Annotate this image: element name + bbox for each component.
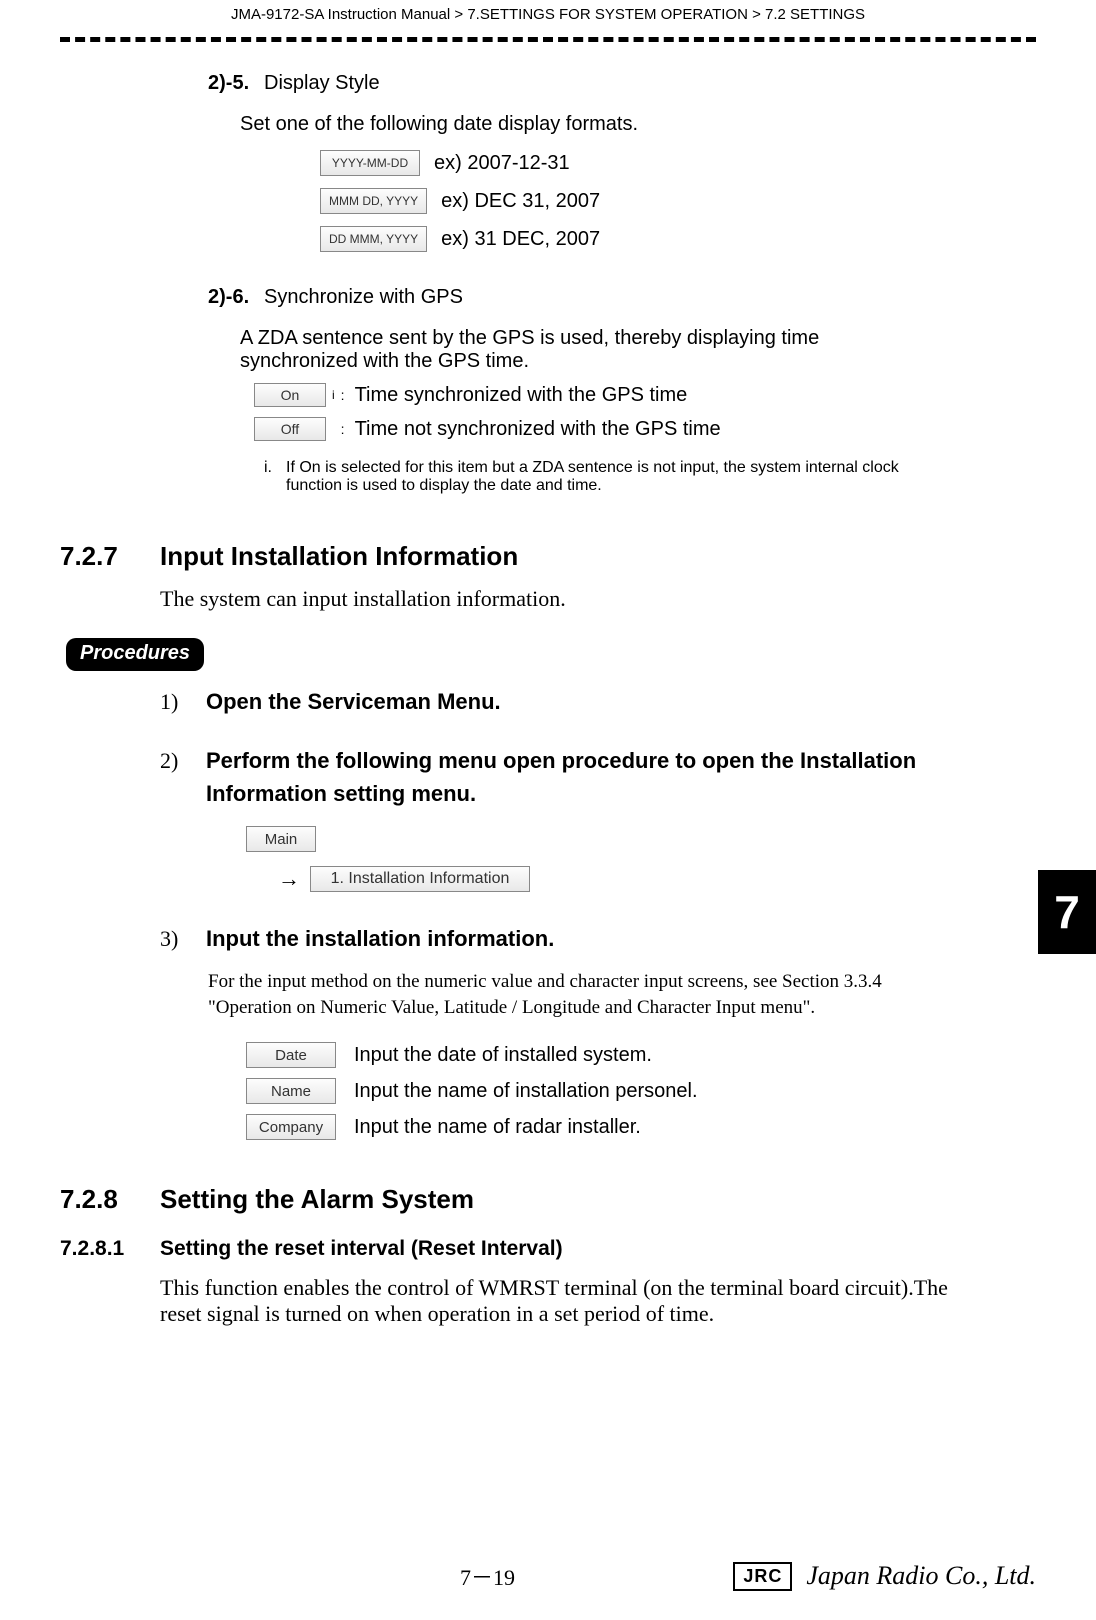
date-format-yyyy-mm-dd-example: ex) 2007-12-31 [434,152,570,175]
name-field-desc: Input the name of installation personel. [354,1080,698,1103]
input-installation-intro: The system can input installation inform… [160,586,980,612]
company-field-desc: Input the name of radar installer. [354,1116,641,1139]
display-style-intro: Set one of the following date display fo… [240,113,1036,136]
chapter-side-tab: 7 [1038,870,1096,954]
sync-gps-intro: A ZDA sentence sent by the GPS is used, … [240,327,940,373]
step-num-3: 3) [160,926,188,952]
date-format-mmm-dd-yyyy-example: ex) DEC 31, 2007 [441,190,600,213]
step-num-1: 1) [160,689,188,715]
reset-interval-body: This function enables the control of WMR… [160,1275,980,1327]
main-menu-button[interactable]: Main [246,826,316,852]
date-format-dd-mmm-yyyy-button[interactable]: DD MMM, YYYY [320,226,427,252]
heading-num-7-2-8-1: 7.2.8.1 [60,1237,160,1261]
date-format-yyyy-mm-dd-button[interactable]: YYYY-MM-DD [320,150,420,176]
breadcrumb: JMA-9172-SA Instruction Manual > 7.SETTI… [60,0,1036,29]
installation-information-menu-button[interactable]: 1. Installation Information [310,866,530,892]
step-text-2: Perform the following menu open procedur… [206,744,946,810]
date-field-desc: Input the date of installed system. [354,1044,652,1067]
sync-on-button[interactable]: On [254,383,326,407]
page-number: 7－19 [460,1560,515,1592]
jrc-logo-box: JRC [733,1562,792,1591]
divider-dashed [60,37,1036,42]
procedures-label: Procedures [66,638,204,671]
heading-title-reset-interval: Setting the reset interval (Reset Interv… [160,1237,563,1261]
heading-title-input-installation-info: Input Installation Information [160,541,518,572]
sync-off-desc: Time not synchronized with the GPS time [355,418,721,441]
date-format-mmm-dd-yyyy-button[interactable]: MMM DD, YYYY [320,188,427,214]
heading-num-7-2-7: 7.2.7 [60,541,160,572]
section-title-sync-gps: Synchronize with GPS [264,286,463,309]
sync-off-button[interactable]: Off [254,417,326,441]
footnote-ref-i: i [332,388,335,402]
jrc-logo-script: Japan Radio Co., Ltd. [806,1561,1036,1591]
colon-separator: : [341,387,345,403]
step-text-1: Open the Serviceman Menu. [206,685,501,718]
step-3-note: For the input method on the numeric valu… [208,969,968,1020]
step-num-2: 2) [160,748,188,774]
colon-separator: : [341,421,345,437]
section-num-2-5: 2)-5. [208,72,264,95]
sync-on-desc: Time synchronized with the GPS time [355,384,688,407]
footnote-mark-i: i. [264,459,272,495]
heading-title-alarm-system: Setting the Alarm System [160,1184,474,1215]
company-field-button[interactable]: Company [246,1114,336,1140]
step-text-3: Input the installation information. [206,922,554,955]
date-field-button[interactable]: Date [246,1042,336,1068]
arrow-right-icon: → [278,866,300,892]
date-format-dd-mmm-yyyy-example: ex) 31 DEC, 2007 [441,228,600,251]
footnote-text-i: If On is selected for this item but a ZD… [286,459,944,495]
section-num-2-6: 2)-6. [208,286,264,309]
section-title-display-style: Display Style [264,72,380,95]
heading-num-7-2-8: 7.2.8 [60,1184,160,1215]
name-field-button[interactable]: Name [246,1078,336,1104]
